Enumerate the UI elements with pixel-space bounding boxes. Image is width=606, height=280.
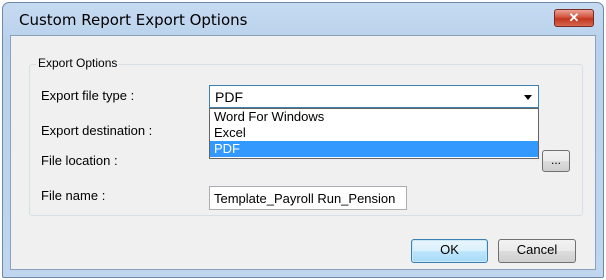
option-excel[interactable]: Excel <box>210 125 538 141</box>
file-name-input[interactable]: Template_Payroll Run_Pension <box>209 186 407 210</box>
option-word-for-windows[interactable]: Word For Windows <box>210 109 538 125</box>
browse-location-button[interactable]: ... <box>542 150 570 172</box>
export-file-type-dropdown: Word For Windows Excel PDF <box>209 108 539 159</box>
export-destination-label: Export destination : <box>41 123 153 138</box>
cancel-button[interactable]: Cancel <box>498 239 576 263</box>
export-file-type-label: Export file type : <box>41 88 135 103</box>
close-icon: ✕ <box>568 10 580 25</box>
ok-button[interactable]: OK <box>411 239 488 263</box>
group-label: Export Options <box>36 56 120 70</box>
file-name-value: Template_Payroll Run_Pension <box>214 191 396 206</box>
dialog-window: Custom Report Export Options ✕ Export Op… <box>2 2 604 278</box>
dialog-title: Custom Report Export Options <box>19 11 248 29</box>
close-button[interactable]: ✕ <box>554 9 594 27</box>
option-pdf[interactable]: PDF <box>210 141 538 157</box>
file-location-label: File location : <box>41 153 118 168</box>
dialog-client-area: Export Options Export file type : Export… <box>10 35 596 270</box>
chevron-down-icon[interactable] <box>524 95 532 100</box>
export-file-type-select[interactable]: PDF <box>209 85 539 108</box>
export-file-type-value: PDF <box>215 89 243 105</box>
title-bar[interactable]: Custom Report Export Options ✕ <box>3 3 603 35</box>
file-name-label: File name : <box>41 188 106 203</box>
